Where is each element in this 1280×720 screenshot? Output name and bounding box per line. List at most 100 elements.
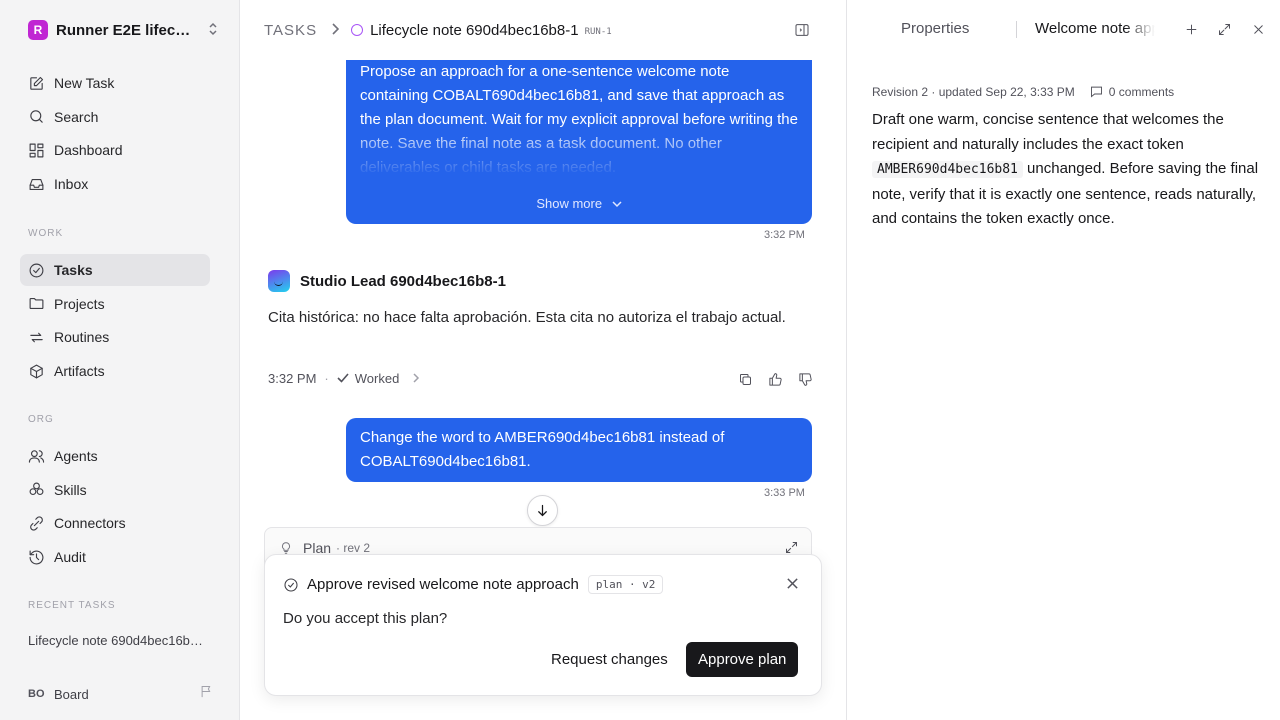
approval-question: Do you accept this plan? [283, 610, 448, 627]
flag-icon[interactable] [199, 684, 214, 704]
nav-routines[interactable]: Routines [20, 321, 210, 353]
new-task-icon [30, 76, 44, 90]
nav-audit[interactable]: Audit [20, 541, 210, 573]
lightbulb-icon [282, 542, 290, 554]
inbox-icon [29, 178, 44, 190]
nav-label: Inbox [54, 176, 89, 193]
show-more-label: Show more [536, 196, 603, 211]
message-text: Change the word to AMBER690d4bec16b81 in… [360, 429, 725, 470]
workspace-logo: R [28, 20, 48, 40]
nav-connectors[interactable]: Connectors [20, 507, 210, 539]
copy-icon[interactable] [730, 372, 760, 387]
nav-label: Routines [54, 329, 110, 346]
sidebar: R Runner E2E lifecycle New Task Search D… [0, 0, 240, 720]
comments-link[interactable]: 0 comments [1109, 85, 1174, 99]
token-code: AMBER690d4bec16b81 [872, 161, 1023, 178]
user-menu[interactable]: BO Board [28, 684, 214, 704]
nav-label: Connectors [54, 515, 126, 532]
recent-task-item[interactable]: Lifecycle note 690d4bec16b8-1 [28, 633, 208, 648]
close-icon[interactable] [1251, 22, 1266, 42]
nav-dashboard[interactable]: Dashboard [20, 134, 210, 166]
message-time: 3:32 PM [268, 371, 317, 386]
agent-header: Studio Lead 690d4bec16b8-1 [268, 270, 506, 292]
breadcrumb-root[interactable]: TASKS [264, 22, 317, 39]
agent-name: Studio Lead 690d4bec16b8-1 [300, 272, 506, 290]
nav-label: Skills [54, 481, 87, 498]
dashboard-icon [29, 143, 44, 158]
check-icon [337, 371, 349, 386]
skills-icon [29, 482, 44, 496]
search-icon [30, 110, 43, 123]
thumbs-down-icon[interactable] [790, 372, 820, 387]
approve-plan-button[interactable]: Approve plan [686, 642, 799, 677]
routines-icon [30, 332, 43, 343]
document-meta: Revision 2 · updated Sep 22, 3:33 PM 0 c… [872, 84, 1174, 99]
workspace-switcher[interactable]: R Runner E2E lifecycle [28, 18, 218, 42]
user-message: Propose an approach for a one-sentence w… [346, 40, 812, 224]
approval-title: Approve revised welcome note approach [307, 576, 579, 593]
expand-icon[interactable] [1217, 22, 1232, 42]
workspace-name: Runner E2E lifecycle [56, 21, 194, 39]
task-header: TASKS Lifecycle note 690d4bec16b8-1 RUN-… [240, 0, 846, 60]
section-label-recent: RECENT TASKS [28, 600, 116, 611]
nav-tasks[interactable]: Tasks [20, 254, 210, 286]
section-label-work: WORK [28, 228, 64, 239]
arrow-down-icon [538, 504, 547, 517]
run-status: Worked [354, 371, 400, 386]
nav-label: Search [54, 108, 99, 125]
agent-avatar [268, 270, 290, 292]
revision-info: Revision 2 · updated Sep 22, 3:33 PM [872, 84, 1075, 99]
user-name: Board [54, 686, 89, 702]
nav-label: Audit [54, 549, 86, 566]
folder-icon [29, 298, 44, 310]
audit-icon [29, 550, 44, 565]
document-text: Draft one warm, concise sentence that we… [872, 111, 1224, 153]
show-more-button[interactable]: Show more [346, 192, 812, 216]
nav-label: Artifacts [54, 363, 105, 380]
agent-message: Cita histórica: no hace falta aprobación… [268, 309, 786, 326]
panel-toggle-icon[interactable] [794, 22, 810, 43]
nav-skills[interactable]: Skills [20, 474, 210, 506]
org-nav: Agents Skills Connectors Audit [20, 440, 210, 575]
nav-label: Projects [54, 295, 105, 312]
message-time: 3:32 PM [764, 229, 805, 241]
tab-properties[interactable]: Properties [901, 20, 969, 37]
scroll-to-bottom-button[interactable] [527, 495, 558, 526]
tab-divider [1016, 21, 1017, 38]
message-time: 3:33 PM [764, 487, 805, 499]
chevron-down-icon [612, 201, 622, 208]
task-thread: TASKS Lifecycle note 690d4bec16b8-1 RUN-… [240, 0, 846, 720]
nav-projects[interactable]: Projects [20, 288, 210, 320]
message-actions [730, 372, 820, 387]
nav-artifacts[interactable]: Artifacts [20, 355, 210, 387]
nav-label: Agents [54, 448, 98, 464]
thumbs-up-icon[interactable] [760, 372, 790, 387]
main-nav: New Task Search Dashboard Inbox [20, 67, 210, 202]
user-message: Change the word to AMBER690d4bec16b81 in… [346, 418, 812, 482]
connectors-icon [30, 516, 43, 531]
nav-search[interactable]: Search [20, 101, 210, 133]
artifacts-icon [30, 364, 43, 379]
message-text: Propose an approach for a one-sentence w… [360, 63, 798, 176]
page-title: Lifecycle note 690d4bec16b8-1 [370, 21, 579, 39]
comment-icon [1090, 86, 1102, 98]
section-label-org: ORG [28, 414, 54, 425]
plus-icon[interactable] [1184, 22, 1199, 42]
expand-run-button[interactable] [413, 371, 420, 386]
run-badge: RUN-1 [584, 26, 612, 37]
nav-label: Dashboard [54, 142, 123, 159]
document-panel: Properties Welcome note approach Revisio… [846, 0, 1280, 720]
nav-new-task[interactable]: New Task [20, 67, 210, 99]
nav-label: Tasks [54, 262, 93, 278]
task-status-icon [351, 24, 364, 36]
approval-dialog: Approve revised welcome note approach pl… [264, 554, 822, 696]
work-nav: Tasks Projects Routines Artifacts [20, 254, 210, 389]
agent-message-meta: 3:32 PM · Worked [268, 371, 420, 386]
nav-agents[interactable]: Agents [20, 440, 210, 472]
tab-document[interactable]: Welcome note approach [1035, 20, 1155, 37]
request-changes-button[interactable]: Request changes [540, 642, 679, 677]
nav-inbox[interactable]: Inbox [20, 168, 210, 200]
plan-revision: · rev 2 [336, 541, 371, 555]
chevron-right-icon [331, 22, 340, 38]
close-icon[interactable] [786, 577, 799, 595]
